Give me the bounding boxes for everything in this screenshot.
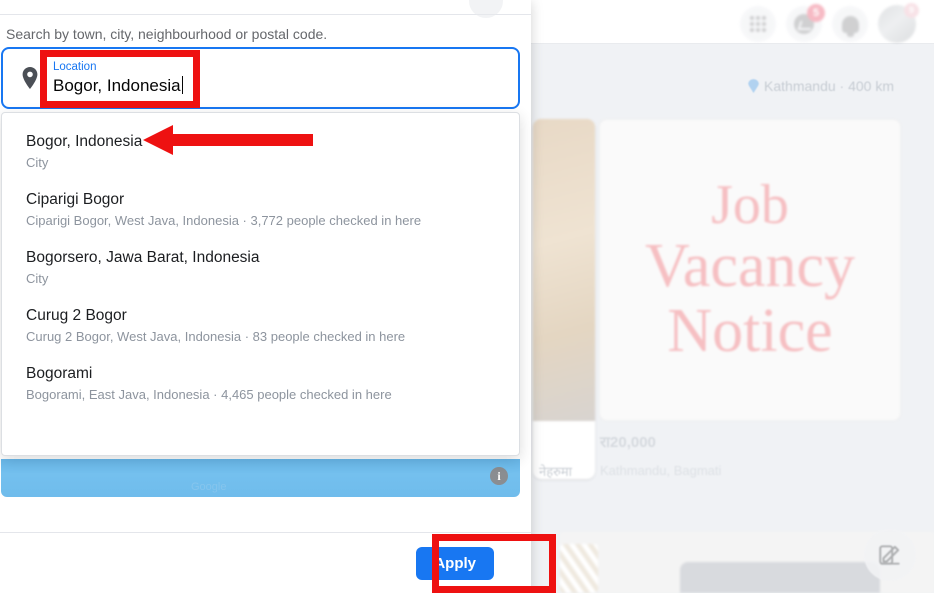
info-icon[interactable]: i [490, 467, 508, 485]
grid-dots [750, 16, 766, 32]
location-pin-icon [748, 79, 760, 93]
location-suggestions-dropdown[interactable]: Bogor, Indonesia City Ciparigi Bogor Cip… [1, 112, 520, 456]
listing-card-partial[interactable] [533, 119, 595, 479]
location-input[interactable]: Bogor, Indonesia [53, 75, 183, 97]
listing-thumbnail [533, 119, 595, 421]
listing-distance-label: Kathmandu · 400 km [764, 78, 894, 94]
suggestion-item[interactable]: Bogorami Bogorami, East Java, Indonesia … [2, 355, 519, 413]
notifications-bell-icon[interactable] [832, 6, 868, 42]
compose-icon[interactable] [864, 529, 916, 581]
suggestion-subtitle: Ciparigi Bogor, West Java, Indonesia · 3… [26, 213, 422, 228]
apply-button[interactable]: Apply [416, 547, 494, 580]
menu-grid-icon[interactable] [740, 6, 776, 42]
listing-image-line-2: Vacancy [645, 232, 855, 301]
avatar-badge: 9 [904, 3, 919, 18]
bell-glyph [841, 15, 859, 37]
suggestion-subtitle: City [26, 155, 49, 170]
listing-image-line-1: Job [711, 173, 789, 236]
location-filter-modal: Search by town, city, neighbourhood or p… [0, 0, 531, 593]
suggestion-item[interactable]: Bogor, Indonesia City [2, 123, 519, 181]
location-field-label: Location [53, 60, 97, 73]
modal-header [0, 0, 531, 18]
listing-location: Kathmandu, Bagmati [600, 463, 722, 478]
map-preview[interactable]: Google i [1, 459, 520, 497]
suggestion-item[interactable]: Ciparigi Bogor Ciparigi Bogor, West Java… [2, 181, 519, 239]
map-attribution: Google [191, 481, 227, 493]
suggestion-subtitle: Curug 2 Bogor, West Java, Indonesia · 83… [26, 329, 406, 344]
side-listing-label: नेहरुमा [539, 464, 573, 479]
suggestion-title: Bogor, Indonesia [26, 133, 143, 150]
modal-footer: Apply [0, 532, 531, 593]
listing-thumbnail-stripes [560, 544, 598, 593]
field-text-group: Location Bogor, Indonesia [53, 60, 183, 97]
map-pin-icon [22, 67, 38, 89]
screen: 5 9 Kathmandu · 400 km नेहरुमा Job Vacan… [0, 0, 934, 593]
messenger-icon[interactable]: 5 [786, 4, 825, 42]
avatar[interactable]: 9 [878, 3, 919, 43]
search-hint-text: Search by town, city, neighbourhood or p… [6, 26, 328, 42]
suggestion-subtitle: City [26, 271, 49, 286]
suggestion-title: Curug 2 Bogor [26, 307, 127, 324]
location-input-value: Bogor, Indonesia [53, 75, 181, 95]
suggestion-item[interactable]: Curug 2 Bogor Curug 2 Bogor, West Java, … [2, 297, 519, 355]
listing-distance: Kathmandu · 400 km [748, 78, 894, 94]
text-caret [181, 75, 183, 94]
suggestion-title: Bogorsero, Jawa Barat, Indonesia [26, 249, 260, 266]
top-bar-icon-group: 5 9 [740, 3, 919, 43]
listing-thumbnail-object [680, 562, 880, 593]
suggestion-subtitle: Bogorami, East Java, Indonesia · 4,465 p… [26, 387, 392, 402]
listing-price: रा20,000 [600, 434, 656, 451]
listing-image-line-3: Notice [667, 297, 833, 366]
messenger-badge: 5 [807, 4, 825, 22]
suggestion-title: Bogorami [26, 365, 93, 382]
location-search-field[interactable]: Location Bogor, Indonesia [1, 47, 520, 109]
suggestion-title: Ciparigi Bogor [26, 191, 125, 208]
suggestion-item[interactable]: Bogorsero, Jawa Barat, Indonesia City [2, 239, 519, 297]
close-icon[interactable] [469, 0, 503, 18]
listing-card-image[interactable]: Job Vacancy Notice [599, 119, 901, 421]
